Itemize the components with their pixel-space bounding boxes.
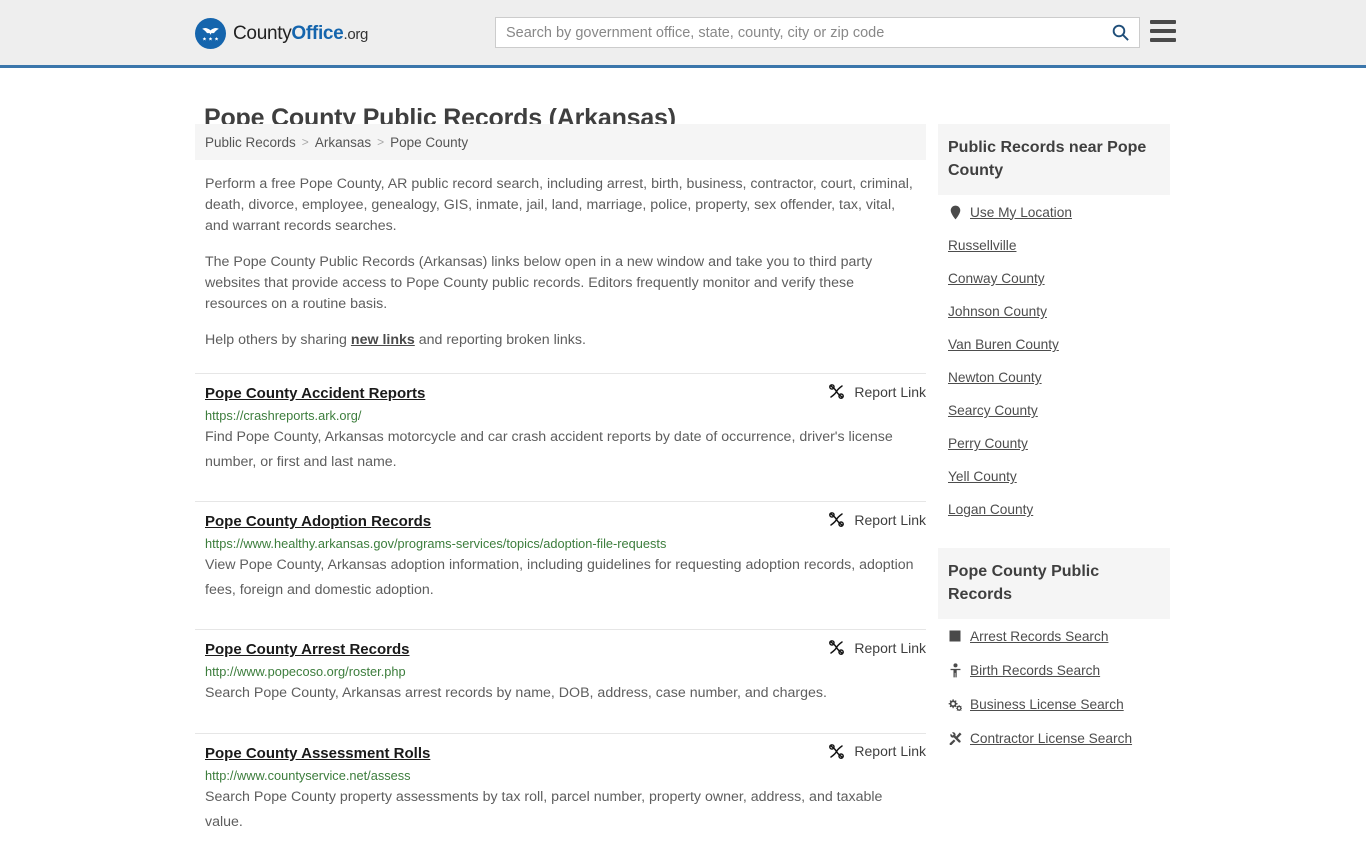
report-link-label: Report Link bbox=[854, 743, 926, 760]
intro-text-after: and reporting broken links. bbox=[414, 332, 586, 348]
search-bar[interactable] bbox=[495, 17, 1140, 48]
search-icon bbox=[1112, 24, 1129, 41]
record-description: Search Pope County property assessments … bbox=[205, 788, 883, 830]
intro-paragraph-3: Help others by sharing new links and rep… bbox=[205, 330, 916, 351]
breadcrumb-item-public-records[interactable]: Public Records bbox=[205, 135, 296, 150]
record-url[interactable]: https://www.healthy.arkansas.gov/program… bbox=[205, 536, 916, 551]
logo-text-office: Office bbox=[291, 23, 344, 44]
site-header: CountyOffice.org bbox=[0, 0, 1366, 68]
intro-text-before: Help others by sharing bbox=[205, 332, 351, 348]
handcuffs-icon bbox=[948, 628, 962, 644]
sidebar-item-perry-county[interactable]: Perry County bbox=[938, 427, 1170, 460]
sidebar-link[interactable]: Arrest Records Search bbox=[970, 629, 1108, 644]
sidebar-item-newton-county[interactable]: Newton County bbox=[938, 361, 1170, 394]
record-description: View Pope County, Arkansas adoption info… bbox=[205, 557, 914, 599]
record-item: Pope County Arrest Records http://www.po… bbox=[195, 629, 926, 732]
broken-link-icon bbox=[829, 512, 845, 528]
record-item: Pope County Accident Reports https://cra… bbox=[195, 373, 926, 501]
broken-link-icon bbox=[829, 640, 845, 656]
sidebar-item-van-buren-county[interactable]: Van Buren County bbox=[938, 328, 1170, 361]
broken-link-icon bbox=[829, 743, 845, 759]
sidebar-link[interactable]: Contractor License Search bbox=[970, 731, 1132, 746]
tools-icon bbox=[948, 730, 962, 746]
record-title-link[interactable]: Pope County Assessment Rolls bbox=[205, 745, 430, 762]
sidebar-item-logan-county[interactable]: Logan County bbox=[938, 493, 1170, 526]
main-content: Public Records > Arkansas > Pope County … bbox=[195, 124, 926, 861]
report-link-label: Report Link bbox=[854, 639, 926, 656]
gears-icon bbox=[948, 696, 962, 712]
logo-wordmark: CountyOffice.org bbox=[233, 24, 368, 43]
record-title-link[interactable]: Pope County Arrest Records bbox=[205, 641, 410, 658]
sidebar-item-searcy-county[interactable]: Searcy County bbox=[938, 394, 1170, 427]
sidebar-item-yell-county[interactable]: Yell County bbox=[938, 460, 1170, 493]
hamburger-bar bbox=[1150, 29, 1176, 33]
sidebar-link[interactable]: Birth Records Search bbox=[970, 663, 1100, 678]
map-pin-icon bbox=[948, 204, 962, 220]
intro-paragraph-2: The Pope County Public Records (Arkansas… bbox=[205, 254, 873, 312]
record-url[interactable]: http://www.countyservice.net/assess bbox=[205, 768, 916, 783]
hamburger-menu-icon[interactable] bbox=[1150, 20, 1176, 42]
hamburger-bar bbox=[1150, 20, 1176, 24]
sidebar-link[interactable]: Newton County bbox=[948, 370, 1042, 385]
report-link-label: Report Link bbox=[854, 511, 926, 528]
sidebar-link[interactable]: Yell County bbox=[948, 469, 1017, 484]
sidebar-item-use-my-location[interactable]: Use My Location bbox=[938, 195, 1170, 229]
site-logo[interactable]: CountyOffice.org bbox=[195, 18, 368, 49]
sidebar-link[interactable]: Johnson County bbox=[948, 304, 1047, 319]
sidebar-heading-county-records: Pope County Public Records bbox=[938, 548, 1170, 619]
sidebar-link[interactable]: Searcy County bbox=[948, 403, 1038, 418]
breadcrumb-separator: > bbox=[377, 135, 385, 149]
sidebar-heading-nearby: Public Records near Pope County bbox=[938, 124, 1170, 195]
report-link-label: Report Link bbox=[854, 383, 926, 400]
record-url[interactable]: http://www.popecoso.org/roster.php bbox=[205, 664, 916, 679]
sidebar: Public Records near Pope County Use My L… bbox=[938, 124, 1170, 755]
broken-link-icon bbox=[829, 384, 845, 399]
baby-icon bbox=[948, 662, 962, 678]
logo-text-org: .org bbox=[343, 26, 369, 43]
sidebar-item-contractor-license-search[interactable]: Contractor License Search bbox=[938, 721, 1170, 755]
report-link-button[interactable]: Report Link bbox=[828, 639, 926, 656]
sidebar-link[interactable]: Use My Location bbox=[970, 205, 1072, 220]
sidebar-item-conway-county[interactable]: Conway County bbox=[938, 262, 1170, 295]
record-title-link[interactable]: Pope County Adoption Records bbox=[205, 513, 431, 530]
breadcrumb-separator: > bbox=[301, 135, 309, 149]
record-title-link[interactable]: Pope County Accident Reports bbox=[205, 385, 425, 402]
logo-text-county: County bbox=[233, 23, 292, 44]
report-link-button[interactable]: Report Link bbox=[828, 383, 926, 400]
sidebar-nearby-list: Use My Location Russellville Conway Coun… bbox=[938, 195, 1170, 526]
record-description: Search Pope County, Arkansas arrest reco… bbox=[205, 685, 827, 702]
sidebar-link[interactable]: Russellville bbox=[948, 238, 1016, 253]
report-link-button[interactable]: Report Link bbox=[828, 743, 926, 760]
record-description: Find Pope County, Arkansas motorcycle an… bbox=[205, 429, 893, 470]
sidebar-item-arrest-records-search[interactable]: Arrest Records Search bbox=[938, 619, 1170, 653]
hamburger-bar bbox=[1150, 38, 1176, 42]
sidebar-link[interactable]: Perry County bbox=[948, 436, 1028, 451]
sidebar-link[interactable]: Business License Search bbox=[970, 697, 1124, 712]
intro-paragraph-1: Perform a free Pope County, AR public re… bbox=[205, 176, 913, 234]
search-input[interactable] bbox=[496, 18, 1101, 47]
sidebar-county-records-list: Arrest Records Search Birth Records Sear… bbox=[938, 619, 1170, 755]
sidebar-item-johnson-county[interactable]: Johnson County bbox=[938, 295, 1170, 328]
sidebar-item-russellville[interactable]: Russellville bbox=[938, 229, 1170, 262]
eagle-shield-stars-icon bbox=[195, 18, 226, 49]
breadcrumb-item-arkansas[interactable]: Arkansas bbox=[315, 135, 371, 150]
record-list: Pope County Accident Reports https://cra… bbox=[195, 373, 926, 861]
sidebar-link[interactable]: Van Buren County bbox=[948, 337, 1059, 352]
breadcrumb: Public Records > Arkansas > Pope County bbox=[195, 124, 926, 160]
new-links-link[interactable]: new links bbox=[351, 332, 415, 348]
sidebar-item-birth-records-search[interactable]: Birth Records Search bbox=[938, 653, 1170, 687]
sidebar-item-business-license-search[interactable]: Business License Search bbox=[938, 687, 1170, 721]
record-url[interactable]: https://crashreports.ark.org/ bbox=[205, 408, 916, 423]
sidebar-link[interactable]: Conway County bbox=[948, 271, 1045, 286]
record-item: Pope County Assessment Rolls http://www.… bbox=[195, 732, 926, 861]
breadcrumb-item-pope-county[interactable]: Pope County bbox=[390, 135, 468, 150]
search-button[interactable] bbox=[1101, 18, 1139, 47]
sidebar-link[interactable]: Logan County bbox=[948, 502, 1033, 517]
report-link-button[interactable]: Report Link bbox=[828, 511, 926, 528]
record-item: Pope County Adoption Records https://www… bbox=[195, 501, 926, 629]
